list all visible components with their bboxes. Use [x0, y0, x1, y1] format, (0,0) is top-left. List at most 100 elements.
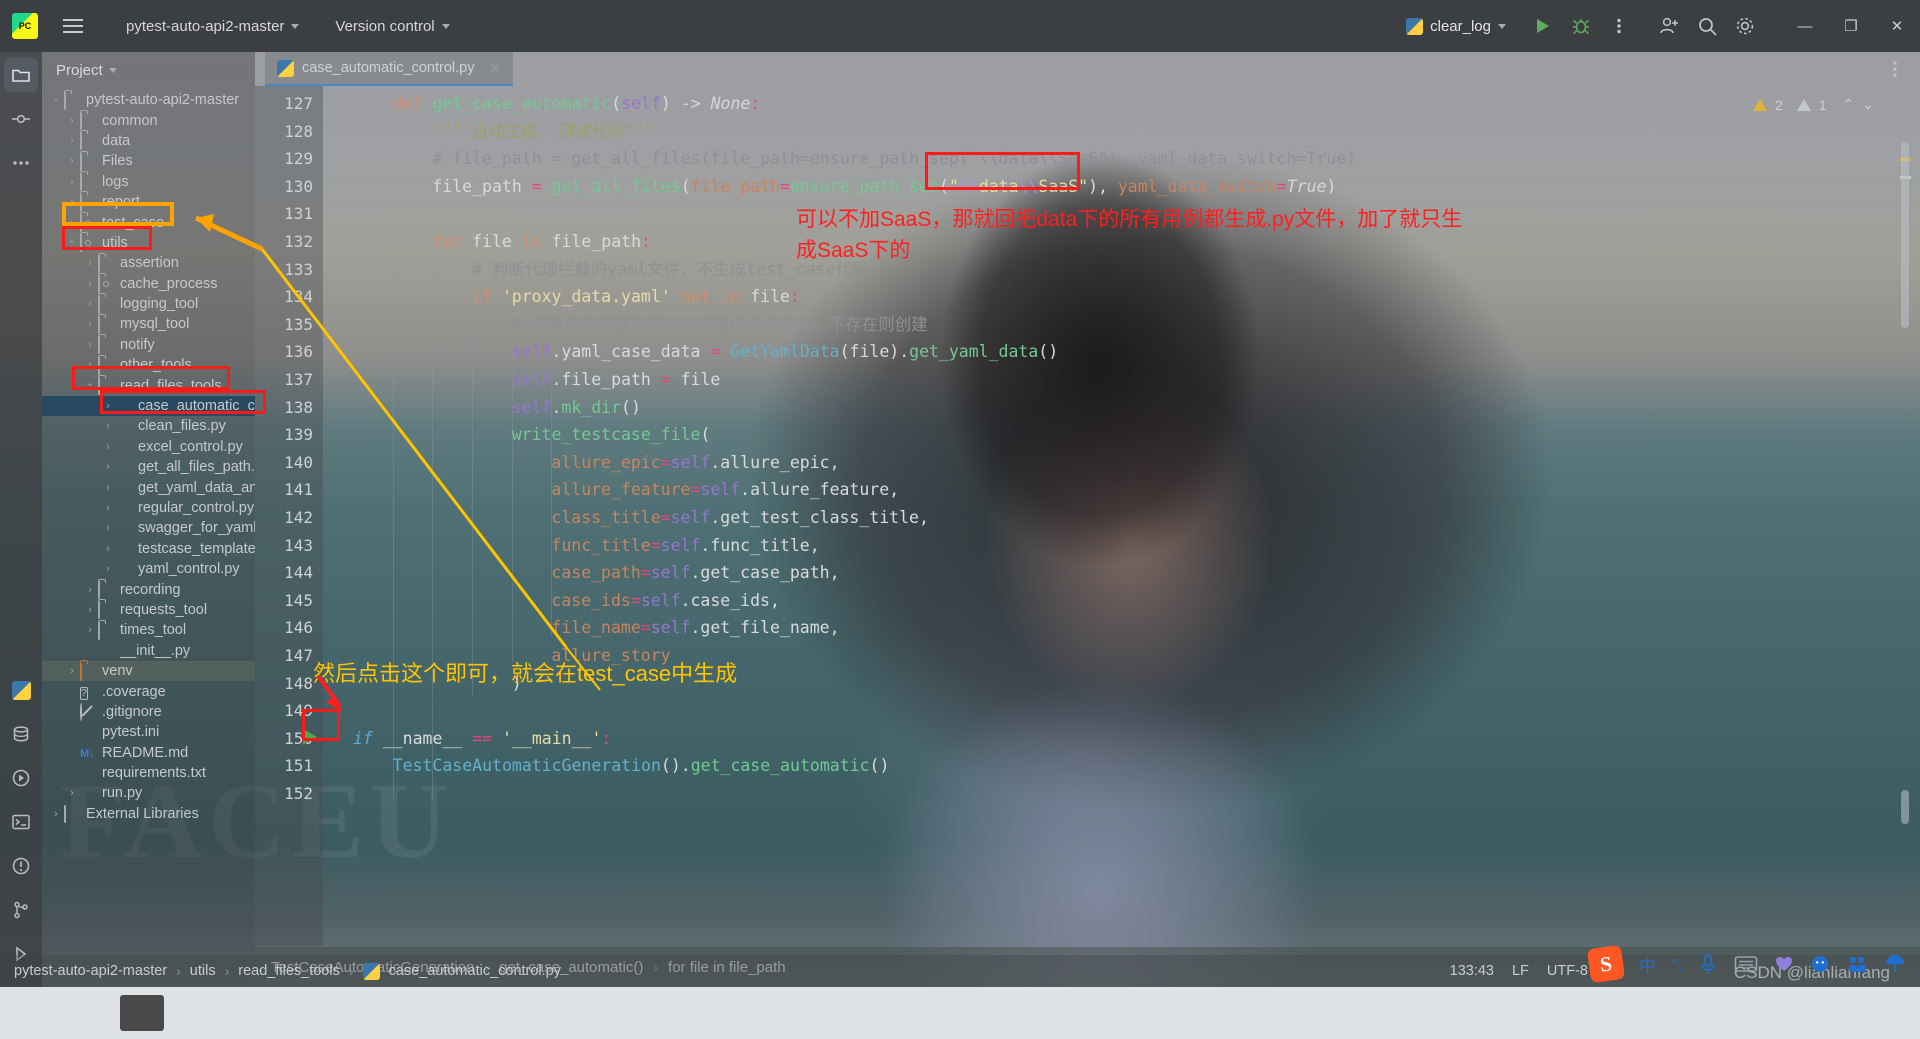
project-tree[interactable]: pytest-auto-api2-master common data Files lo…	[42, 88, 255, 824]
search-button[interactable]	[1688, 7, 1726, 45]
version-control-menu[interactable]: Version control	[325, 13, 459, 40]
chevron-right-icon[interactable]	[64, 176, 80, 188]
tree-node-requirements-txt[interactable]: requirements.txt	[42, 763, 255, 783]
code-line[interactable]: # 判断用例需要用的文件夹路径是否存在，不存在则创建	[512, 311, 928, 339]
tree-node-recording[interactable]: recording	[42, 579, 255, 600]
tree-node-utils[interactable]: utils	[42, 233, 255, 253]
chevron-right-icon[interactable]	[100, 420, 116, 432]
code-canvas[interactable]: 127 def get_case_automatic(self) -> None:…	[255, 86, 1920, 946]
chevron-right-icon[interactable]	[82, 278, 98, 290]
tree-node-pytest-ini[interactable]: pytest.ini	[42, 722, 255, 742]
chevron-right-icon[interactable]	[82, 604, 98, 616]
chevron-right-icon[interactable]	[100, 441, 116, 453]
tree-node-logging-tool[interactable]: logging_tool	[42, 294, 255, 314]
chevron-right-icon[interactable]	[82, 318, 98, 330]
chevron-right-icon[interactable]	[82, 584, 98, 596]
chevron-down-icon[interactable]	[82, 379, 98, 392]
sidebar-item-project[interactable]	[4, 58, 38, 92]
chevron-right-icon[interactable]	[100, 543, 116, 555]
sidebar-item-git[interactable]	[4, 893, 38, 927]
tree-node--gitignore[interactable]: .gitignore	[42, 702, 255, 722]
tree-node-common[interactable]: common	[42, 110, 255, 131]
tree-node-data[interactable]: data	[42, 131, 255, 151]
run-button[interactable]	[1524, 7, 1562, 45]
tree-node--init-py[interactable]: __init__.py	[42, 641, 255, 661]
chevron-down-icon[interactable]	[48, 94, 64, 107]
debug-button[interactable]	[1562, 7, 1600, 45]
tree-node--coverage[interactable]: ? .coverage	[42, 681, 255, 701]
tree-node-case-automatic-co[interactable]: case_automatic_co	[42, 395, 255, 417]
code-line[interactable]: """ 自动生成 测试代码"""	[432, 118, 653, 146]
chevron-down-icon[interactable]	[64, 236, 80, 249]
chevron-right-icon[interactable]	[64, 196, 80, 208]
chevron-right-icon[interactable]	[64, 217, 80, 229]
tree-node-report[interactable]: report	[42, 192, 255, 212]
tree-node-logs[interactable]: logs	[42, 172, 255, 192]
gutter-run-icon[interactable]	[303, 728, 317, 745]
code-line[interactable]: self.yaml_case_data = GetYamlData(file).…	[512, 338, 1058, 366]
more-options-button[interactable]	[1600, 7, 1638, 45]
status-path-item[interactable]: case_automatic_control.py	[389, 963, 562, 979]
code-line[interactable]: TestCaseAutomaticGeneration().get_case_a…	[393, 752, 890, 780]
editor-scrollbar-thumb[interactable]	[1901, 142, 1909, 328]
sidebar-item-commit[interactable]	[4, 102, 38, 136]
settings-button[interactable]	[1726, 7, 1764, 45]
tree-node-swagger-for-yaml-[interactable]: swagger_for_yaml.	[42, 518, 255, 538]
tree-node-get-all-files-path-p[interactable]: get_all_files_path.p	[42, 457, 255, 477]
chevron-right-icon[interactable]	[48, 808, 64, 820]
chevron-right-icon[interactable]	[82, 298, 98, 310]
ime-mode-indicator[interactable]: 中	[1639, 952, 1656, 977]
tree-node-assertion[interactable]: assertion	[42, 253, 255, 273]
tree-node-venv[interactable]: venv	[42, 660, 255, 682]
sogou-ime-icon[interactable]: S	[1586, 944, 1626, 984]
tree-node-readme-md[interactable]: M↓ README.md	[42, 743, 255, 763]
sidebar-item-python-console[interactable]	[4, 673, 38, 707]
tree-node-external-libraries[interactable]: External Libraries	[42, 804, 255, 824]
chevron-right-icon[interactable]	[82, 624, 98, 636]
editor-tab-case-automatic-control[interactable]: case_automatic_control.py ✕	[265, 52, 514, 86]
code-line[interactable]: file_name=self.get_file_name,	[551, 614, 839, 642]
chevron-right-icon[interactable]	[100, 563, 116, 575]
status-path-item[interactable]: pytest-auto-api2-master	[14, 963, 167, 979]
editor-tabstrip-actions[interactable]	[1886, 60, 1904, 78]
people-icon[interactable]	[1846, 954, 1868, 974]
tree-node-run-py[interactable]: run.py	[42, 783, 255, 803]
heart-icon[interactable]	[1774, 954, 1794, 974]
code-line[interactable]: file_path = get_all_files(file_path=ensu…	[432, 173, 1336, 201]
file-encoding[interactable]: UTF-8	[1547, 963, 1588, 979]
microphone-icon[interactable]	[1698, 953, 1718, 975]
taskbar-app-icon[interactable]	[120, 995, 164, 1031]
code-line[interactable]: def get_case_automatic(self) -> None:	[393, 90, 761, 118]
code-line[interactable]: case_ids=self.case_ids,	[551, 587, 780, 615]
editor-scrollbar-thumb-lower[interactable]	[1901, 790, 1909, 824]
tree-node-notify[interactable]: notify	[42, 335, 255, 355]
window-minimize-button[interactable]: —	[1782, 0, 1828, 52]
code-line[interactable]: class_title=self.get_test_class_title,	[551, 504, 929, 532]
code-line[interactable]: )	[512, 670, 522, 698]
tree-node-times-tool[interactable]: times_tool	[42, 620, 255, 640]
chevron-right-icon[interactable]	[100, 502, 116, 514]
code-line[interactable]: func_title=self.func_title,	[551, 532, 819, 560]
tree-node-clean-files-py[interactable]: clean_files.py	[42, 416, 255, 436]
sidebar-item-database[interactable]	[4, 717, 38, 751]
tree-node-excel-control-py[interactable]: excel_control.py	[42, 437, 255, 457]
chevron-right-icon[interactable]	[100, 522, 116, 534]
status-path-item[interactable]: utils	[190, 963, 216, 979]
chevron-right-icon[interactable]	[64, 787, 80, 799]
chevron-right-icon[interactable]	[100, 461, 116, 473]
ime-punctuation-icon[interactable]: °,	[1672, 956, 1682, 973]
tree-node-cache-process[interactable]: cache_process	[42, 274, 255, 294]
code-line[interactable]: allure_feature=self.allure_feature,	[551, 476, 899, 504]
code-line[interactable]: allure_epic=self.allure_epic,	[551, 449, 839, 477]
chevron-right-icon[interactable]	[64, 135, 80, 147]
sidebar-item-terminal[interactable]	[4, 805, 38, 839]
caret-position[interactable]: 133:43	[1450, 963, 1494, 979]
chevron-right-icon[interactable]	[82, 359, 98, 371]
tree-node-test-case[interactable]: test_case	[42, 212, 255, 233]
tree-node-yaml-control-py[interactable]: yaml_control.py	[42, 559, 255, 579]
inspection-prev-icon[interactable]: ⌃	[1843, 96, 1855, 113]
sidebar-item-problems[interactable]	[4, 849, 38, 883]
project-panel-header[interactable]: Project	[42, 52, 255, 88]
inspection-next-icon[interactable]: ⌄	[1862, 96, 1874, 113]
status-path-item[interactable]: read_files_tools	[238, 963, 340, 979]
